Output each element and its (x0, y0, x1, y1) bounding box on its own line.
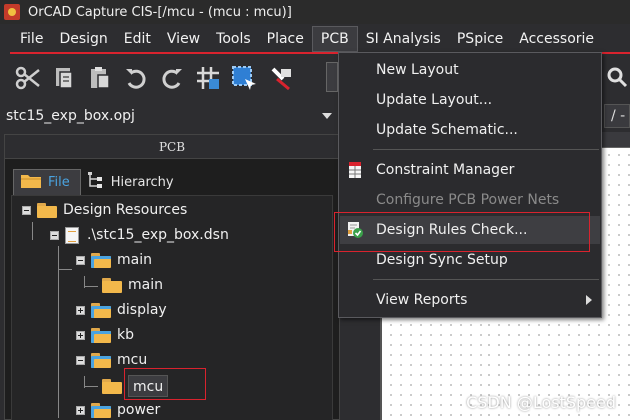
schematic-folder-icon (91, 327, 111, 343)
expand-icon[interactable] (76, 405, 85, 415)
menu-si-analysis[interactable]: SI Analysis (358, 26, 449, 52)
menu-item-update-schematic[interactable]: Update Schematic... (340, 116, 600, 144)
menu-tools[interactable]: Tools (208, 26, 259, 52)
highlight-box-mcu-page (124, 368, 206, 400)
toolbar-partial-combobox[interactable] (326, 62, 338, 92)
tree-item-label: .\stc15_exp_box.dsn (87, 227, 229, 243)
tree-item-display[interactable]: display (76, 298, 167, 322)
menu-accessories[interactable]: Accessorie (511, 26, 602, 52)
schematic-folder-icon (91, 302, 111, 318)
chevron-down-icon[interactable] (322, 113, 332, 119)
menu-item-configure-pcb-power-nets: Configure PCB Power Nets (340, 186, 600, 214)
menu-item-label: Constraint Manager (376, 162, 515, 178)
window-title: OrCAD Capture CIS-[/mcu - (mcu : mcu)] (28, 4, 292, 20)
page-folder-icon (102, 277, 122, 293)
folder-icon (37, 202, 57, 218)
schematic-folder-icon (91, 352, 111, 368)
tree-item-main-page[interactable]: main (102, 273, 163, 297)
schematic-folder-icon (91, 252, 111, 268)
collapse-icon[interactable] (76, 355, 85, 365)
folder-icon (20, 173, 42, 193)
menu-item-new-layout[interactable]: New Layout (340, 56, 600, 84)
menu-design[interactable]: Design (51, 26, 115, 52)
canvas-ruler (600, 132, 630, 148)
paste-icon[interactable] (84, 62, 116, 94)
panel-tabs: File Hierarchy (13, 169, 184, 195)
tree-item-label: main (117, 252, 152, 268)
tab-file[interactable]: File (13, 169, 81, 195)
menu-pcb[interactable]: PCB (311, 26, 358, 52)
menu-file[interactable]: File (0, 26, 51, 52)
expand-icon[interactable] (76, 305, 85, 315)
page-folder-icon (102, 378, 122, 394)
tree-connector (84, 286, 98, 287)
tree-connector (58, 269, 72, 270)
project-selector[interactable]: stc15_exp_box.opj (0, 102, 338, 130)
title-bar: OrCAD Capture CIS-[/mcu - (mcu : mcu)] (0, 0, 630, 24)
grid-icon[interactable] (192, 62, 224, 94)
tree-item-kb[interactable]: kb (76, 323, 134, 347)
menu-separator (373, 149, 599, 150)
orcad-app-icon (4, 4, 20, 20)
tree-item-design-file[interactable]: .\stc15_exp_box.dsn (50, 223, 229, 247)
tab-hierarchy[interactable]: Hierarchy (81, 169, 184, 195)
redo-icon[interactable] (156, 62, 188, 94)
tree-connector (84, 386, 98, 387)
document-tab[interactable]: / - (604, 104, 630, 128)
watermark: CSDN @LostSpeed (466, 393, 616, 412)
schematic-folder-icon (91, 402, 111, 418)
tree-connector (58, 246, 59, 418)
menu-item-label: Configure PCB Power Nets (376, 192, 560, 208)
menu-item-label: Update Schematic... (376, 122, 518, 138)
menu-separator (373, 279, 599, 280)
design-file-icon (65, 226, 79, 244)
scissors-icon[interactable] (12, 62, 44, 94)
menu-place[interactable]: Place (259, 26, 312, 52)
spreadsheet-icon (346, 161, 364, 179)
menu-edit[interactable]: Edit (116, 26, 159, 52)
pcb-dropdown-menu: New Layout Update Layout... Update Schem… (338, 52, 602, 318)
menu-item-label: Design Sync Setup (376, 252, 508, 268)
project-name: stc15_exp_box.opj (6, 108, 135, 124)
expand-icon[interactable] (76, 330, 85, 340)
menu-item-label: View Reports (376, 292, 468, 308)
tree-item-label: Design Resources (63, 202, 188, 218)
tree-item-label: power (117, 402, 161, 418)
menu-item-label: Update Layout... (376, 92, 493, 108)
tree-item-main[interactable]: main (76, 248, 152, 272)
tree-connector (32, 222, 33, 240)
collapse-icon[interactable] (76, 255, 85, 265)
tree-item-label: display (117, 302, 167, 318)
panel-title: PCB (5, 135, 339, 159)
tree-item-label: kb (117, 327, 134, 343)
menu-item-update-layout[interactable]: Update Layout... (340, 86, 600, 114)
hierarchy-icon (87, 171, 105, 193)
tab-hierarchy-label: Hierarchy (110, 174, 174, 190)
collapse-icon[interactable] (22, 205, 31, 215)
select-icon[interactable] (228, 62, 260, 94)
undo-icon[interactable] (120, 62, 152, 94)
menu-bar: File Design Edit View Tools Place PCB SI… (0, 26, 630, 52)
copy-icon[interactable] (48, 62, 80, 94)
menu-item-view-reports[interactable]: View Reports (340, 286, 600, 314)
tree-item-label: main (128, 277, 163, 293)
menu-item-constraint-manager[interactable]: Constraint Manager (340, 156, 600, 184)
tree-item-power[interactable]: power (76, 398, 160, 420)
tree-item-label: mcu (117, 352, 148, 368)
tab-file-label: File (48, 175, 70, 190)
menu-view[interactable]: View (159, 26, 208, 52)
menu-pspice[interactable]: PSpice (449, 26, 511, 52)
highlight-box-design-rules-check (334, 212, 590, 252)
zoom-icon[interactable] (604, 62, 630, 92)
menu-item-label: New Layout (376, 62, 459, 78)
tree-item-design-resources[interactable]: Design Resources (22, 198, 187, 222)
chevron-right-icon (586, 295, 592, 305)
collapse-icon[interactable] (50, 230, 59, 240)
pin-icon[interactable] (264, 62, 296, 94)
